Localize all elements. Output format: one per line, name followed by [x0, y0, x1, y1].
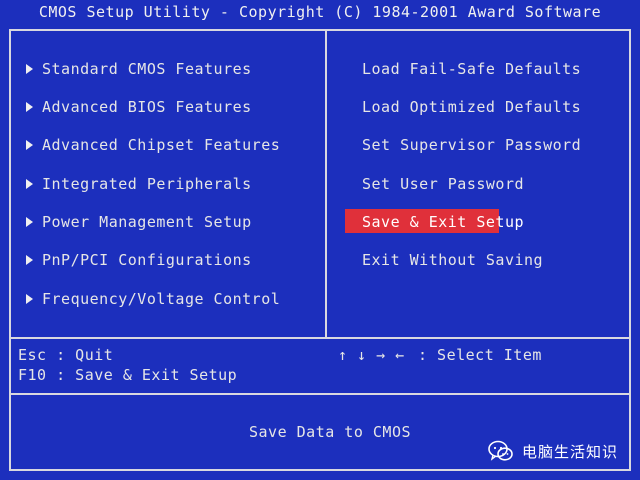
- triangle-right-icon: [26, 102, 33, 112]
- menu-item-frequency-voltage-control[interactable]: Frequency/Voltage Control: [26, 290, 286, 312]
- help-select-item: : Select Item: [418, 346, 542, 364]
- frame-divider-help-status: [9, 393, 631, 395]
- menu-item-label: Standard CMOS Features: [42, 60, 252, 78]
- arrow-keys-icon: ↑ ↓ → ←: [338, 346, 405, 364]
- triangle-right-icon: [26, 217, 33, 227]
- menu-item-label: Advanced Chipset Features: [42, 136, 281, 154]
- menu-item-pnp-pci-configurations[interactable]: PnP/PCI Configurations: [26, 251, 266, 273]
- menu-item-set-user-password[interactable]: Set User Password: [362, 175, 582, 197]
- triangle-right-icon: [26, 255, 33, 265]
- menu-item-label: Load Optimized Defaults: [362, 98, 582, 116]
- menu-item-exit-without-saving[interactable]: Exit Without Saving: [362, 251, 582, 273]
- frame-right-border: [629, 29, 631, 471]
- triangle-right-icon: [26, 64, 33, 74]
- frame-column-divider: [325, 29, 327, 339]
- menu-item-advanced-chipset-features[interactable]: Advanced Chipset Features: [26, 136, 280, 158]
- triangle-right-icon: [26, 140, 33, 150]
- menu-item-label: Load Fail-Safe Defaults: [362, 60, 582, 78]
- frame-divider-menu-help: [9, 337, 631, 339]
- triangle-right-icon: [26, 179, 33, 189]
- menu-item-label: Advanced BIOS Features: [42, 98, 252, 116]
- menu-item-label: Set Supervisor Password: [362, 136, 582, 154]
- status-message: Save Data to CMOS: [249, 423, 412, 441]
- title-bar: CMOS Setup Utility - Copyright (C) 1984-…: [0, 0, 640, 26]
- menu-item-label: PnP/PCI Configurations: [42, 251, 252, 269]
- menu-item-label: Set User Password: [362, 175, 525, 193]
- menu-item-label: Integrated Peripherals: [42, 175, 252, 193]
- wechat-icon: [488, 440, 513, 461]
- help-f10-save-exit: F10 : Save & Exit Setup: [18, 366, 238, 384]
- menu-item-standard-cmos-features[interactable]: Standard CMOS Features: [26, 60, 266, 82]
- menu-item-set-supervisor-password[interactable]: Set Supervisor Password: [362, 136, 582, 158]
- menu-item-label: Save & Exit Setup: [362, 213, 525, 231]
- menu-item-power-management-setup[interactable]: Power Management Setup: [26, 213, 266, 235]
- frame-bottom-border: [9, 469, 631, 471]
- menu-item-advanced-bios-features[interactable]: Advanced BIOS Features: [26, 98, 266, 120]
- menu-item-load-optimized-defaults[interactable]: Load Optimized Defaults: [362, 98, 582, 120]
- watermark-text: 电脑生活知识: [522, 443, 619, 461]
- menu-item-load-fail-safe-defaults[interactable]: Load Fail-Safe Defaults: [362, 60, 582, 82]
- frame-top-border: [9, 29, 631, 31]
- watermark: 电脑生活知识: [488, 437, 636, 467]
- frame-left-border: [9, 29, 11, 471]
- help-esc-quit: Esc : Quit: [18, 346, 114, 364]
- triangle-right-icon: [26, 294, 33, 304]
- window-title: CMOS Setup Utility - Copyright (C) 1984-…: [38, 3, 602, 21]
- menu-item-label: Exit Without Saving: [362, 251, 544, 269]
- menu-item-save-and-exit-setup[interactable]: Save & Exit Setup: [362, 213, 524, 235]
- bios-screen: CMOS Setup Utility - Copyright (C) 1984-…: [0, 0, 640, 480]
- menu-item-label: Frequency/Voltage Control: [42, 290, 281, 308]
- menu-item-label: Power Management Setup: [42, 213, 252, 231]
- menu-item-integrated-peripherals[interactable]: Integrated Peripherals: [26, 175, 266, 197]
